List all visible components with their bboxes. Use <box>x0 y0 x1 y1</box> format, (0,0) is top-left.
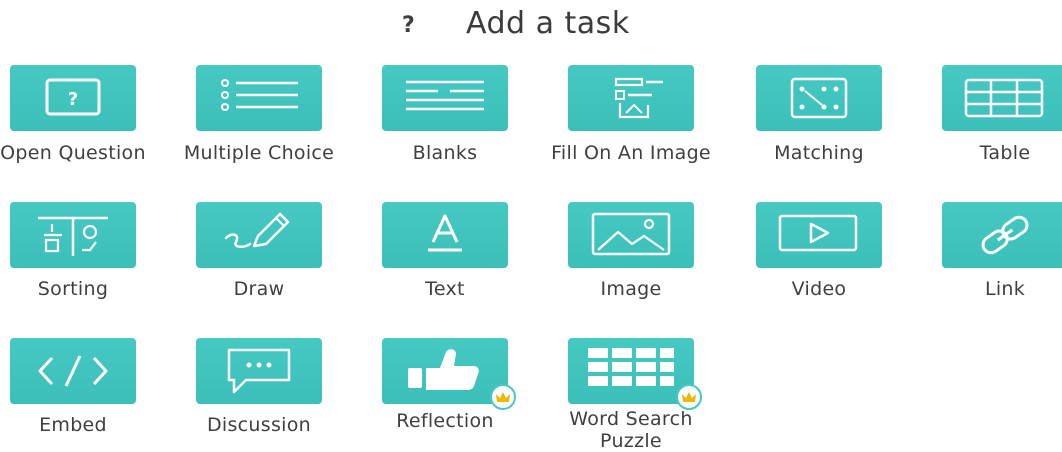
task-label-blanks: Blanks <box>412 142 478 164</box>
link-icon <box>981 215 1029 255</box>
task-tile-embed[interactable] <box>10 338 136 404</box>
crown-icon <box>682 392 696 402</box>
task-tile-sorting[interactable] <box>10 202 136 268</box>
task-label-link: Link <box>984 278 1026 300</box>
task-label-text: Text <box>425 278 465 300</box>
matching-icon <box>790 77 848 119</box>
task-tile-matching[interactable] <box>756 65 882 131</box>
task-tile-discussion[interactable] <box>196 338 322 404</box>
image-fill-icon <box>614 77 663 119</box>
task-label-matching: Matching <box>774 142 864 164</box>
task-tile-open-question[interactable]: ? <box>10 65 136 131</box>
crown-icon <box>496 392 510 402</box>
sorting-icon <box>38 216 108 256</box>
task-label-word-search-puzzle: Word Search Puzzle <box>569 408 693 452</box>
task-label-sorting: Sorting <box>37 278 109 300</box>
task-label-reflection: Reflection <box>396 410 494 432</box>
task-label-embed: Embed <box>39 414 107 436</box>
task-tile-video[interactable] <box>756 202 882 268</box>
picture-icon <box>591 212 671 256</box>
task-label-multiple-choice: Multiple Choice <box>183 142 335 164</box>
task-tile-multiple-choice[interactable] <box>196 65 322 131</box>
task-label-video: Video <box>791 278 847 300</box>
task-tile-fill-on-an-image[interactable] <box>568 65 694 131</box>
task-tile-image[interactable] <box>568 202 694 268</box>
task-label-draw: Draw <box>233 278 285 300</box>
lines-icon <box>406 80 484 111</box>
task-label-discussion: Discussion <box>206 414 312 436</box>
thumbs-up-icon <box>408 349 479 390</box>
table-icon <box>964 78 1044 118</box>
task-label-open-question: Open Question <box>0 142 146 164</box>
task-tile-draw[interactable] <box>196 202 322 268</box>
video-icon <box>778 214 858 252</box>
task-tile-reflection[interactable] <box>382 338 508 404</box>
code-icon <box>38 355 108 387</box>
grid-icon <box>588 348 674 386</box>
premium-badge <box>490 384 516 410</box>
task-tile-word-search-puzzle[interactable] <box>568 338 694 404</box>
task-label-table: Table <box>979 142 1031 164</box>
header: ? Add a task <box>0 4 1062 44</box>
task-tile-blanks[interactable] <box>382 65 508 131</box>
task-tile-link[interactable] <box>942 202 1062 268</box>
task-label-fill-on-an-image: Fill On An Image <box>551 142 711 164</box>
list-icon <box>221 79 298 111</box>
speech-bubble-icon <box>227 348 291 394</box>
svg-text:?: ? <box>68 89 78 110</box>
question-box-icon: ? <box>45 78 101 116</box>
text-icon <box>428 214 462 252</box>
page-title: Add a task <box>466 6 630 41</box>
premium-badge <box>676 384 702 410</box>
task-label-image: Image <box>600 278 662 300</box>
task-tile-text[interactable] <box>382 202 508 268</box>
pencil-icon <box>224 212 290 248</box>
task-tile-table[interactable] <box>942 65 1062 131</box>
help-icon[interactable]: ? <box>402 14 415 38</box>
